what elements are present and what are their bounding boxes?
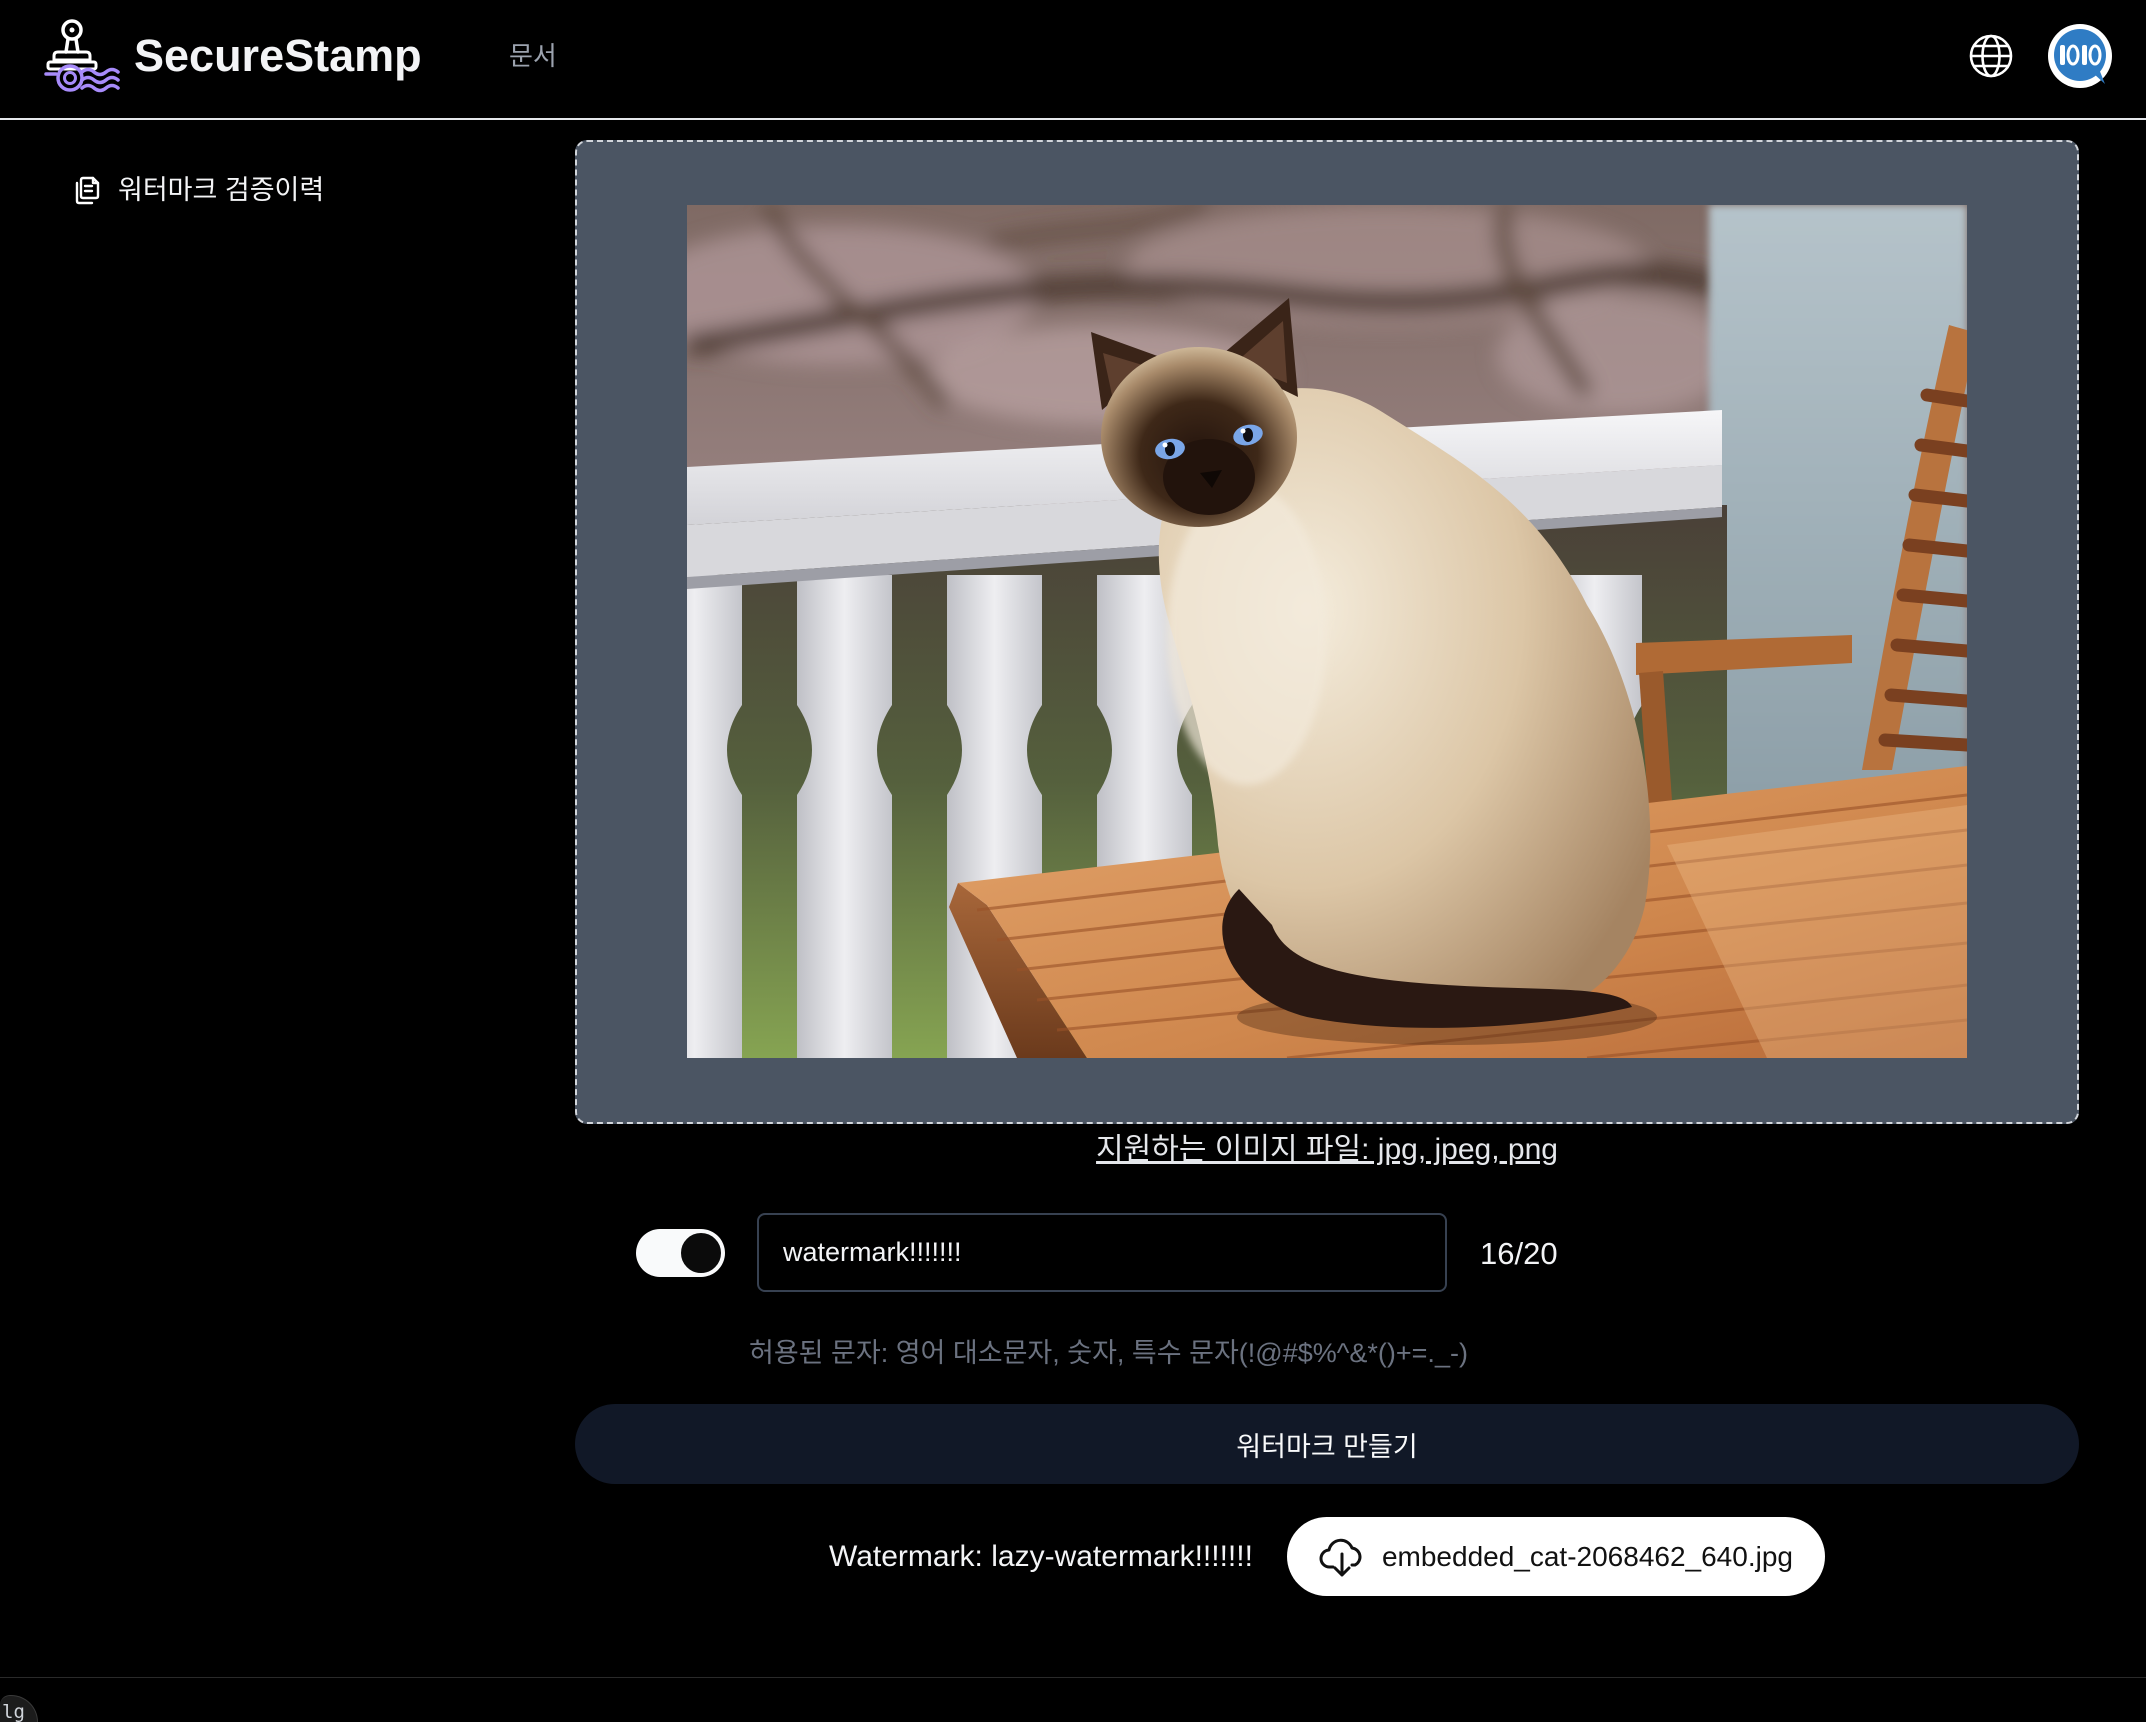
globe-icon[interactable] [1968, 33, 2014, 79]
bottom-divider [0, 1677, 2146, 1678]
result-row: Watermark: lazy-watermark!!!!!!! embedde… [575, 1517, 2079, 1596]
watermark-toggle[interactable] [636, 1229, 725, 1277]
allowed-characters-hint: 허용된 문자: 영어 대소문자, 숫자, 특수 문자(!@#$%^&*()+=.… [749, 1338, 1468, 1368]
supported-formats-link[interactable]: 지원하는 이미지 파일: jpg, jpeg, png [575, 1130, 2079, 1170]
download-button[interactable]: embedded_cat-2068462_640.jpg [1286, 1517, 1825, 1596]
sidebar-item-label: 워터마크 검증이력 [118, 175, 325, 205]
brand-title[interactable]: SecureStamp [134, 28, 422, 84]
stamp-logo-icon[interactable] [44, 18, 120, 96]
download-filename: embedded_cat-2068462_640.jpg [1381, 1540, 1793, 1572]
top-navbar: SecureStamp 문서 [0, 0, 2146, 120]
copy-icon [75, 176, 100, 205]
avatar[interactable] [2047, 23, 2113, 89]
create-watermark-label: 워터마크 만들기 [1236, 1431, 1418, 1462]
watermark-text-input[interactable] [757, 1213, 1447, 1292]
dev-indicator-badge[interactable]: lg [0, 1695, 38, 1722]
cloud-download-icon [1319, 1538, 1362, 1576]
dev-indicator-label: lg [2, 1701, 25, 1722]
create-watermark-button[interactable]: 워터마크 만들기 [575, 1404, 2079, 1484]
uploaded-image-preview [687, 205, 1967, 1058]
character-counter: 16/20 [1480, 1236, 1558, 1271]
watermark-result-text: Watermark: lazy-watermark!!!!!!! [829, 1539, 1253, 1573]
baluster [797, 575, 892, 1058]
image-dropzone[interactable] [575, 140, 2079, 1124]
sidebar-item-verification-history[interactable]: 워터마크 검증이력 [70, 170, 470, 210]
nav-docs-link[interactable]: 문서 [509, 40, 557, 72]
cat-chest [1167, 485, 1327, 785]
baluster [687, 575, 742, 1058]
toggle-knob [679, 1231, 723, 1275]
